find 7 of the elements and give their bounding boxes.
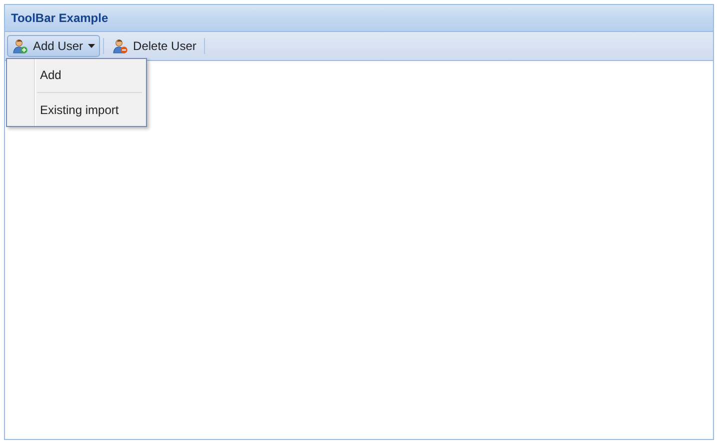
toolbar-button[interactable]: Add User [7,35,100,57]
toolbar-button[interactable]: Delete User [107,35,202,57]
panel-title: ToolBar Example [11,11,108,25]
menu-item[interactable]: Existing import [7,94,146,126]
user-icon [12,38,28,54]
menu-item[interactable]: Add [7,59,146,91]
user-icon [112,38,128,54]
